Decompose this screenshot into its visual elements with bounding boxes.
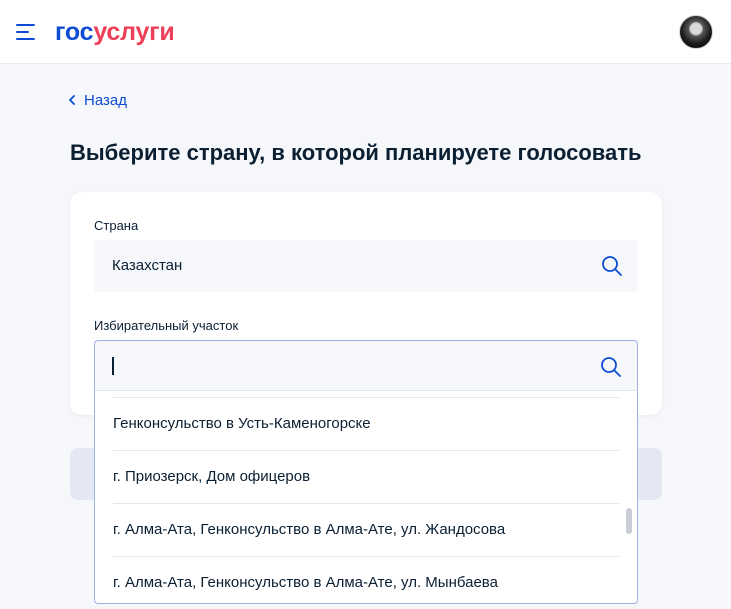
search-icon[interactable] xyxy=(600,254,624,278)
header: госуслуги xyxy=(0,0,731,64)
text-caret xyxy=(112,357,114,375)
gosuslugi-logo[interactable]: госуслуги xyxy=(55,17,175,47)
station-input[interactable] xyxy=(111,353,591,379)
logo-part-gos: гос xyxy=(55,18,94,46)
station-label: Избирательный участок xyxy=(94,318,239,333)
back-label: Назад xyxy=(84,92,127,109)
station-field[interactable] xyxy=(94,340,638,391)
dropdown-option-label: г. Приозерск, Дом офицеров xyxy=(113,468,311,485)
page-title: Выберите страну, в которой планируете го… xyxy=(70,140,642,165)
menu-icon[interactable] xyxy=(16,22,36,40)
back-link[interactable]: Назад xyxy=(68,90,127,110)
chevron-left-icon xyxy=(68,90,76,110)
country-field[interactable]: Казахстан xyxy=(94,240,638,292)
country-label: Страна xyxy=(94,218,139,233)
search-icon[interactable] xyxy=(599,355,623,379)
avatar[interactable] xyxy=(679,15,713,49)
logo-part-uslugi: услуги xyxy=(93,18,175,46)
dropdown-option-label: г. Алма-Ата, Генконсульство в Алма-Ате, … xyxy=(113,521,506,538)
form-card: Страна Казахстан Избирательный участок xyxy=(70,192,662,415)
dropdown-option[interactable]: Генконсульство в Усть-Каменогорске xyxy=(113,397,619,450)
dropdown-scrollbar[interactable] xyxy=(626,508,632,534)
dropdown-option-label: Генконсульство в Усть-Каменогорске xyxy=(113,415,371,432)
dropdown-option[interactable]: г. Приозерск, Дом офицеров xyxy=(113,450,619,503)
dropdown-option-label: г. Алма-Ата, Генконсульство в Алма-Ате, … xyxy=(113,574,498,591)
dropdown-option[interactable]: г. Алма-Ата, Генконсульство в Алма-Ате, … xyxy=(113,556,619,603)
dropdown-option[interactable]: г. Алма-Ата, Генконсульство в Алма-Ате, … xyxy=(113,503,619,556)
station-dropdown[interactable]: Генконсульство в Усть-Каменогорске г. Пр… xyxy=(94,390,638,604)
country-value: Казахстан xyxy=(112,257,183,274)
